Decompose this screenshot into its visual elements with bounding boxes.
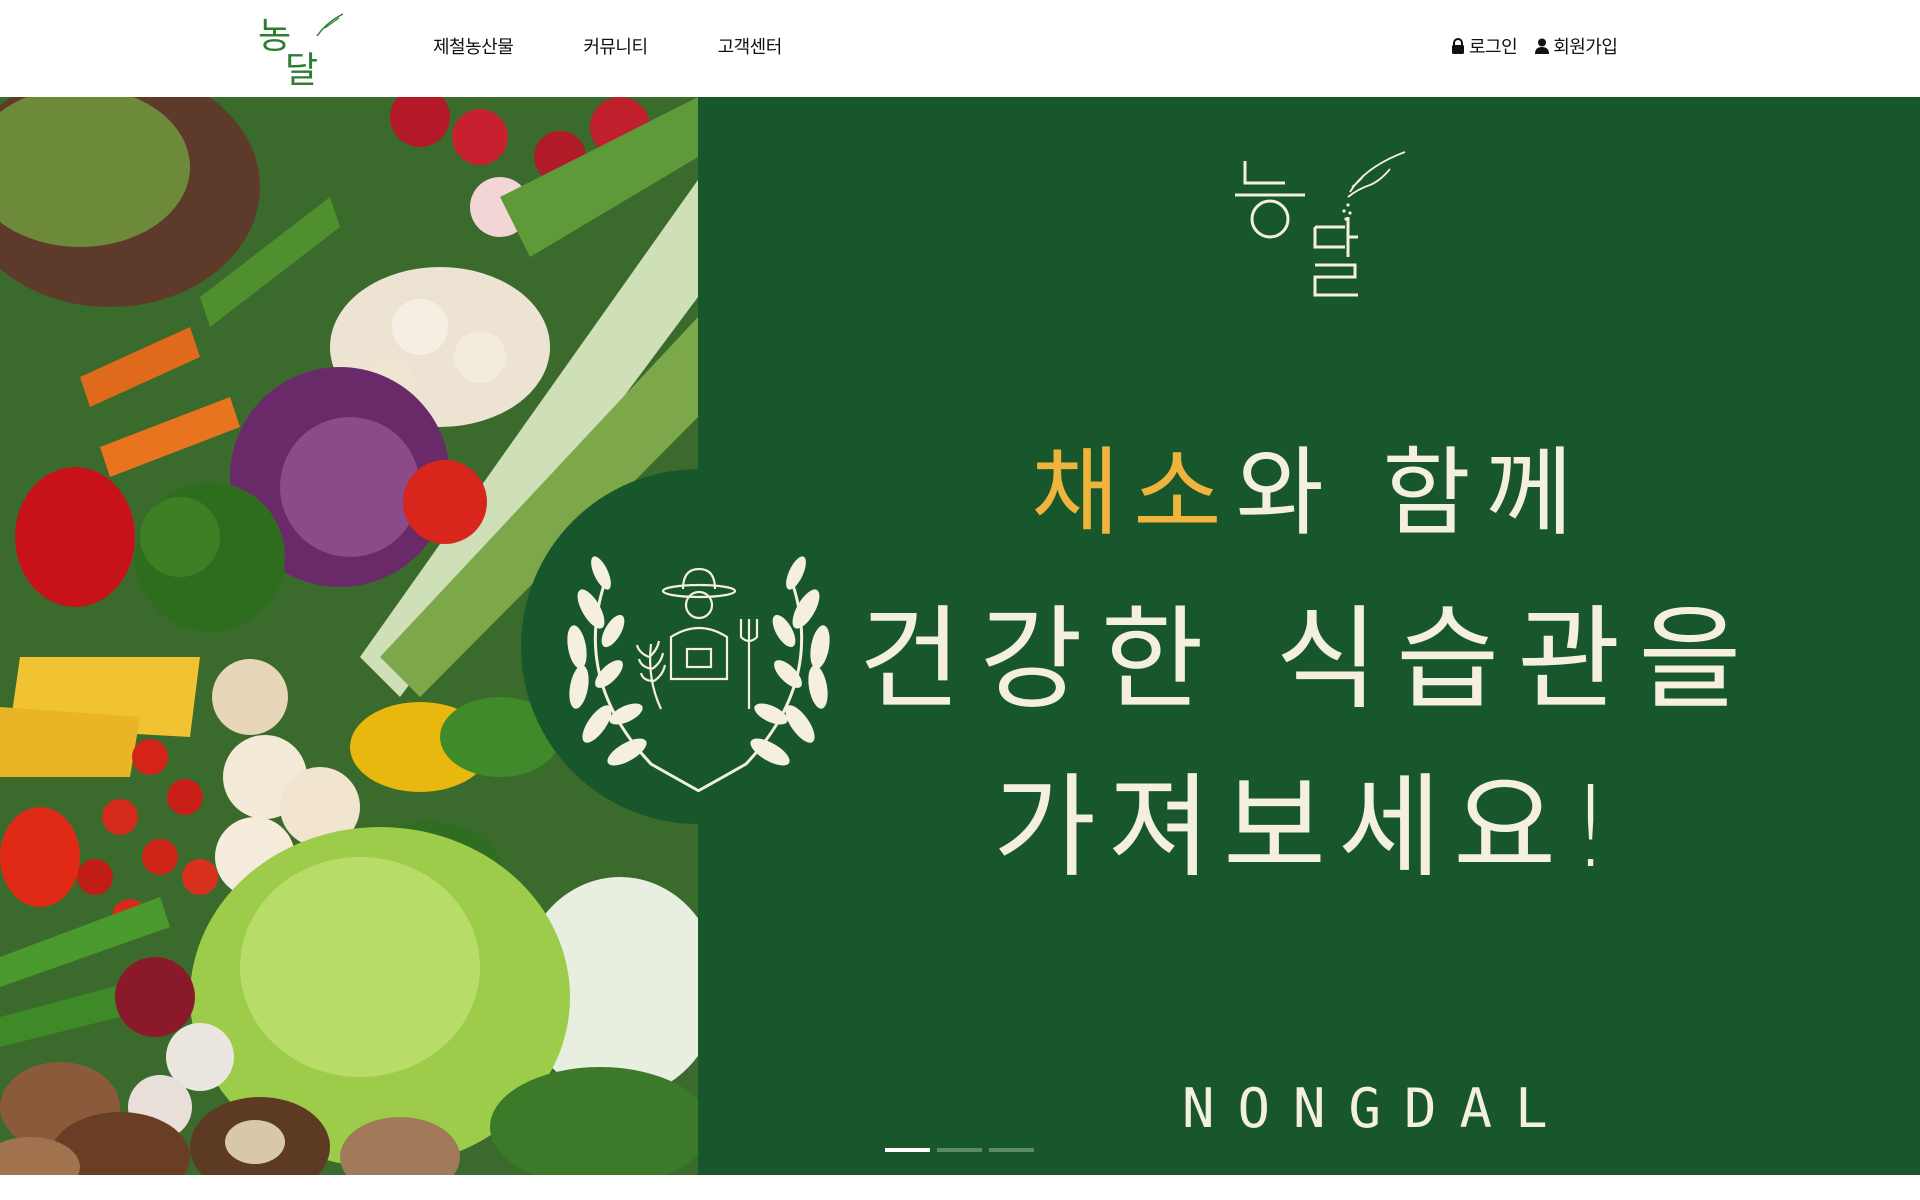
nav-seasonal-produce[interactable]: 제철농산물 [433, 33, 514, 59]
headline-rest: 와 함께 [1235, 437, 1588, 549]
user-icon [1535, 38, 1550, 54]
slide-indicator-2[interactable] [937, 1148, 982, 1152]
signup-link[interactable]: 회원가입 [1535, 33, 1618, 59]
site-header: 농 달 제철농산물 커뮤니티 고객센터 로그인 회원가입 [0, 0, 1920, 97]
signup-label: 회원가입 [1553, 37, 1618, 58]
headline-line-1: 채소와 함께 [698, 415, 1920, 554]
login-label: 로그인 [1469, 37, 1518, 58]
slide-indicator-1[interactable] [885, 1148, 930, 1152]
nav-community[interactable]: 커뮤니티 [583, 33, 648, 59]
hero-logo [1230, 147, 1415, 307]
headline-line-2: 건강한 식습관을 [858, 595, 1760, 725]
hand-sprinkle-icon [1347, 151, 1406, 198]
lock-icon [1452, 38, 1464, 54]
brand-name: NONGDAL [1182, 1077, 1571, 1140]
nav-customer-center[interactable]: 고객센터 [718, 33, 783, 59]
auth-links: 로그인 회원가입 [1451, 33, 1635, 59]
page-bottom [0, 1175, 1920, 1200]
slider-pagination [885, 1148, 1041, 1152]
hero-banner: 채소와 함께 건강한 식습관을 가져보세요! NONGDAL [0, 97, 1920, 1175]
slide-indicator-3[interactable] [989, 1148, 1034, 1152]
headline-highlight: 채소 [1030, 437, 1236, 549]
main-nav: 제철농산물 커뮤니티 고객센터 [433, 33, 852, 59]
logo-text-bottom: 달 [285, 50, 318, 88]
login-link[interactable]: 로그인 [1451, 33, 1518, 59]
headline-line-3: 가져보세요! [992, 763, 1626, 893]
site-logo[interactable]: 농 달 [255, 8, 350, 91]
